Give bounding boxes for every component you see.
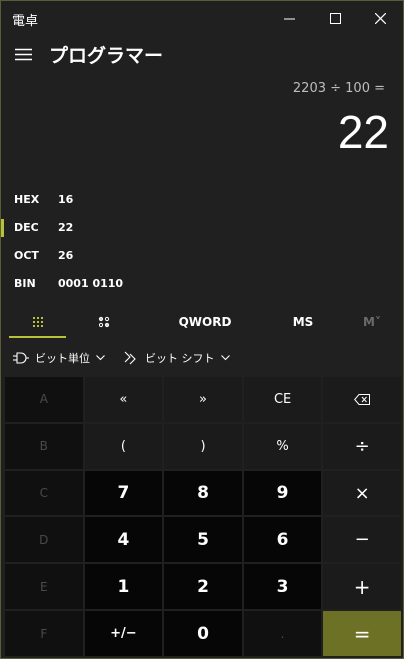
key-left-shift[interactable]: « [84,377,163,422]
bitwise-label: ビット単位 [35,352,90,365]
key-2[interactable]: 2 [164,564,242,610]
key-hex-d[interactable]: D [5,517,83,563]
keypad-tabs: QWORD MS M˅ [1,306,403,338]
radix-label: HEX [14,193,40,206]
bitwise-dropdown[interactable]: ビット単位 [13,344,105,372]
key-divide[interactable]: ÷ [323,423,401,469]
key-7[interactable]: 7 [84,470,163,516]
key-hex-c[interactable]: C [5,470,83,516]
close-icon [374,12,386,24]
radix-indicator [1,275,4,293]
minimize-icon [283,18,295,19]
keypad: A « » CE B ( ) % ÷ C 7 8 9 × D 4 5 6 − E… [5,377,401,656]
radix-value: 0001 0110 [58,277,124,290]
key-8[interactable]: 8 [164,470,242,516]
result-display: 22 [337,106,389,158]
maximize-icon [329,12,341,24]
radix-row-hex[interactable]: HEX 16 [1,187,301,213]
close-button[interactable] [357,1,403,35]
logic-gate-icon [13,352,29,364]
bitshift-label: ビット シフト [145,352,215,365]
word-size-button[interactable]: QWORD [151,306,259,338]
key-backspace[interactable] [323,377,401,422]
expression-display: 2203 ÷ 100 = [292,81,385,96]
radix-label: BIN [14,277,36,290]
memory-store-button[interactable]: MS [263,306,343,338]
key-right-shift[interactable]: » [164,377,242,422]
radix-row-bin[interactable]: BIN 0001 0110 [1,271,301,297]
radix-value: 26 [58,249,74,262]
key-multiply[interactable]: × [323,470,401,516]
key-decimal[interactable]: . [243,611,322,656]
key-equals[interactable]: = [323,611,401,656]
backspace-icon [354,393,371,405]
key-hex-e[interactable]: E [5,564,83,610]
memory-list-button[interactable]: M˅ [347,306,397,338]
bitshift-dropdown[interactable]: ビット シフト [123,344,230,372]
radix-row-dec[interactable]: DEC 22 [1,215,301,241]
radix-row-oct[interactable]: OCT 26 [1,243,301,269]
key-percent[interactable]: % [243,423,322,469]
chevron-down-icon [96,355,105,361]
hamburger-icon [14,48,32,60]
radix-indicator [1,219,4,237]
menu-button[interactable] [7,39,39,69]
key-1[interactable]: 1 [84,564,163,610]
key-9[interactable]: 9 [243,470,322,516]
key-0[interactable]: 0 [164,611,242,656]
radix-indicator [1,247,4,265]
radix-label: DEC [14,221,39,234]
radix-value: 16 [58,193,74,206]
key-hex-a[interactable]: A [5,377,83,422]
tab-bit-toggle[interactable] [73,306,135,338]
key-hex-f[interactable]: F [5,611,83,656]
key-clear-entry[interactable]: CE [243,377,322,422]
key-close-paren[interactable]: ) [164,423,242,469]
mode-title: プログラマー [49,45,164,67]
key-hex-b[interactable]: B [5,423,83,469]
key-add[interactable]: + [323,564,401,610]
key-4[interactable]: 4 [84,517,163,563]
key-subtract[interactable]: − [323,517,401,563]
keypad-grid-icon [32,317,43,327]
bit-shift-icon [124,351,136,365]
radix-value: 22 [58,221,74,234]
calculator-window: 電卓 プログラマー 2203 ÷ 100 = 22 HEX 16 DEC 22 … [0,0,404,659]
maximize-button[interactable] [312,1,358,35]
title-bar: 電卓 [1,1,403,35]
radix-indicator [1,191,4,209]
radix-label: OCT [14,249,39,262]
bit-toggle-icon [98,316,110,327]
chevron-down-icon [220,355,230,361]
app-title: 電卓 [12,14,39,29]
key-open-paren[interactable]: ( [84,423,163,469]
key-3[interactable]: 3 [243,564,322,610]
minimize-button[interactable] [266,1,312,35]
key-6[interactable]: 6 [243,517,322,563]
key-negate[interactable]: +/− [84,611,163,656]
key-5[interactable]: 5 [164,517,242,563]
bit-operations-bar: ビット単位 ビット シフト [1,344,403,372]
tab-full-keypad[interactable] [4,306,71,338]
